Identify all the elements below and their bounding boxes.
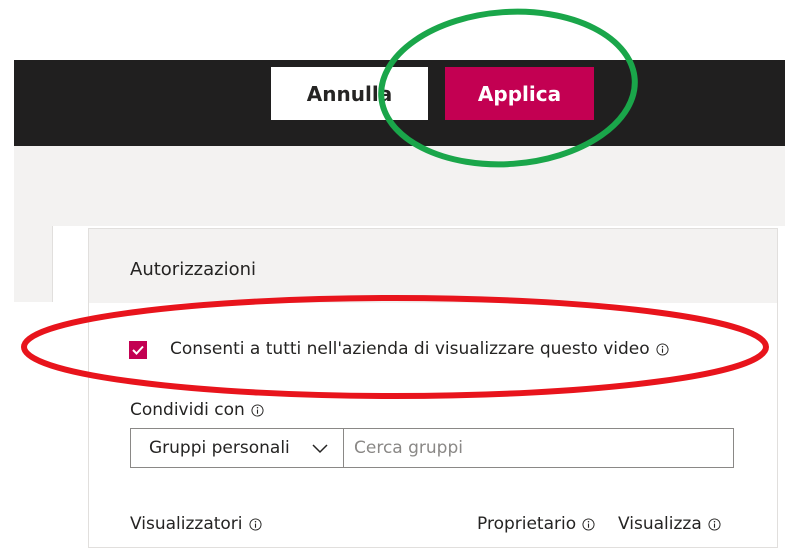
permissions-card-header: Autorizzazioni xyxy=(89,229,777,303)
checkmark-icon xyxy=(132,345,144,355)
permissions-title: Autorizzazioni xyxy=(130,259,256,280)
cancel-button[interactable]: Annulla xyxy=(271,67,428,120)
left-panel xyxy=(14,226,53,302)
info-icon[interactable] xyxy=(582,517,595,531)
search-groups-input[interactable] xyxy=(343,428,734,468)
owner-label-row: Proprietario xyxy=(477,514,595,534)
view-label: Visualizza xyxy=(618,514,702,534)
apply-button-label: Applica xyxy=(477,81,562,106)
info-icon[interactable] xyxy=(248,517,262,531)
allow-all-label: Consenti a tutti nell'azienda di visuali… xyxy=(170,339,650,359)
allow-all-checkbox[interactable] xyxy=(129,341,147,359)
info-icon[interactable] xyxy=(251,403,264,417)
share-type-dropdown[interactable]: Gruppi personali xyxy=(130,428,344,468)
sub-header-bar xyxy=(14,146,785,226)
viewers-label-row: Visualizzatori xyxy=(130,514,262,534)
info-icon[interactable] xyxy=(708,517,721,531)
permissions-card: Autorizzazioni xyxy=(88,228,778,548)
allow-all-label-row: Consenti a tutti nell'azienda di visuali… xyxy=(170,339,669,359)
owner-label: Proprietario xyxy=(477,514,577,534)
info-icon[interactable] xyxy=(656,342,669,356)
view-label-row: Visualizza xyxy=(618,514,721,534)
share-with-label-row: Condividi con xyxy=(130,400,264,420)
share-with-label: Condividi con xyxy=(130,400,245,420)
cancel-button-label: Annulla xyxy=(306,81,393,106)
share-type-selected: Gruppi personali xyxy=(149,438,290,458)
viewers-label: Visualizzatori xyxy=(130,514,243,534)
apply-button[interactable]: Applica xyxy=(445,67,594,120)
chevron-down-icon xyxy=(312,444,328,454)
